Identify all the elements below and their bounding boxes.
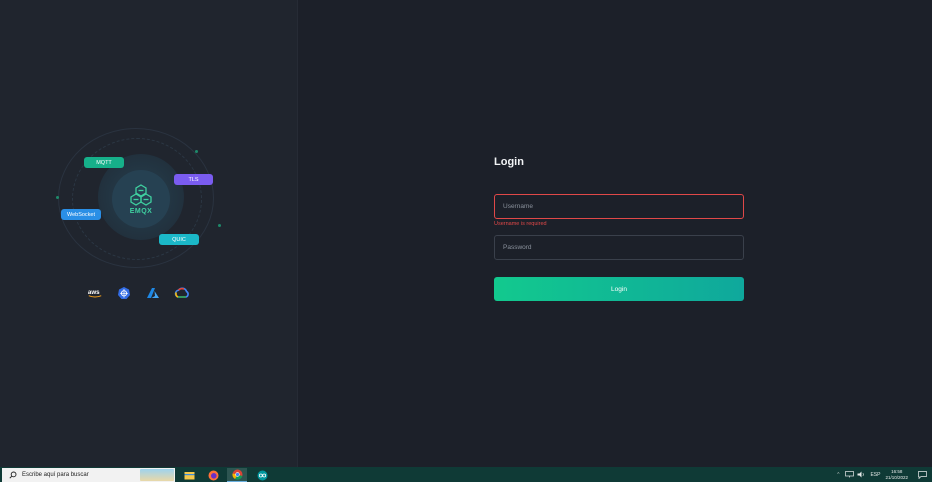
brand-panel: EMQX MQTT TLS WebSocket QUIC aws [0,0,298,467]
protocol-pill-mqtt: MQTT [84,157,124,168]
tray-chevron-up-icon[interactable]: ⌃ [836,472,840,478]
orbit-dot [56,196,59,199]
search-icon [9,471,17,479]
taskbar-app-file-explorer[interactable] [179,468,199,482]
taskbar-app-chrome[interactable] [227,468,247,482]
emqx-core: EMQX [112,170,170,228]
chrome-icon [231,469,242,480]
protocol-pill-quic: QUIC [159,234,199,245]
username-error-message: Username is required [494,221,547,227]
emqx-core-label: EMQX [129,207,153,215]
aws-icon: aws [87,286,103,300]
search-highlight-image [140,469,174,481]
arduino-icon [257,470,267,480]
kubernetes-icon [116,286,132,300]
login-panel [299,0,932,467]
notifications-icon[interactable] [918,470,927,479]
cloud-logos-row: aws [87,286,190,300]
taskbar-search-box[interactable]: Escribe aquí para buscar [2,468,175,482]
username-input[interactable] [503,203,735,210]
password-field[interactable] [494,235,744,260]
login-title: Login [494,156,524,168]
windows-taskbar: Escribe aquí para buscar ⌃ ESP 16:58 21/… [0,467,932,482]
google-cloud-icon [174,286,190,300]
system-tray: ⌃ ESP 16:58 21/10/2022 [836,467,932,482]
tray-date: 21/10/2022 [885,474,908,480]
firefox-icon [208,470,218,480]
taskbar-app-firefox[interactable] [203,468,223,482]
emqx-login-page: EMQX MQTT TLS WebSocket QUIC aws Login U… [0,0,932,482]
protocol-pill-tls: TLS [174,174,213,185]
orbit-dot [195,150,198,153]
network-icon[interactable] [845,471,855,478]
azure-icon [145,286,161,300]
tray-clock[interactable]: 16:58 21/10/2022 [885,469,908,481]
volume-icon[interactable] [857,471,865,478]
emqx-hexagon-icon [130,183,152,206]
username-field[interactable] [494,194,744,219]
svg-text:aws: aws [88,289,100,296]
tray-language[interactable]: ESP [870,472,880,478]
protocol-pill-websocket: WebSocket [61,209,101,220]
password-input[interactable] [503,244,735,251]
taskbar-search-placeholder: Escribe aquí para buscar [22,472,89,478]
folder-icon [184,471,194,479]
login-button[interactable]: Login [494,277,744,301]
orbit-dot [218,224,221,227]
taskbar-app-arduino[interactable] [252,468,272,482]
